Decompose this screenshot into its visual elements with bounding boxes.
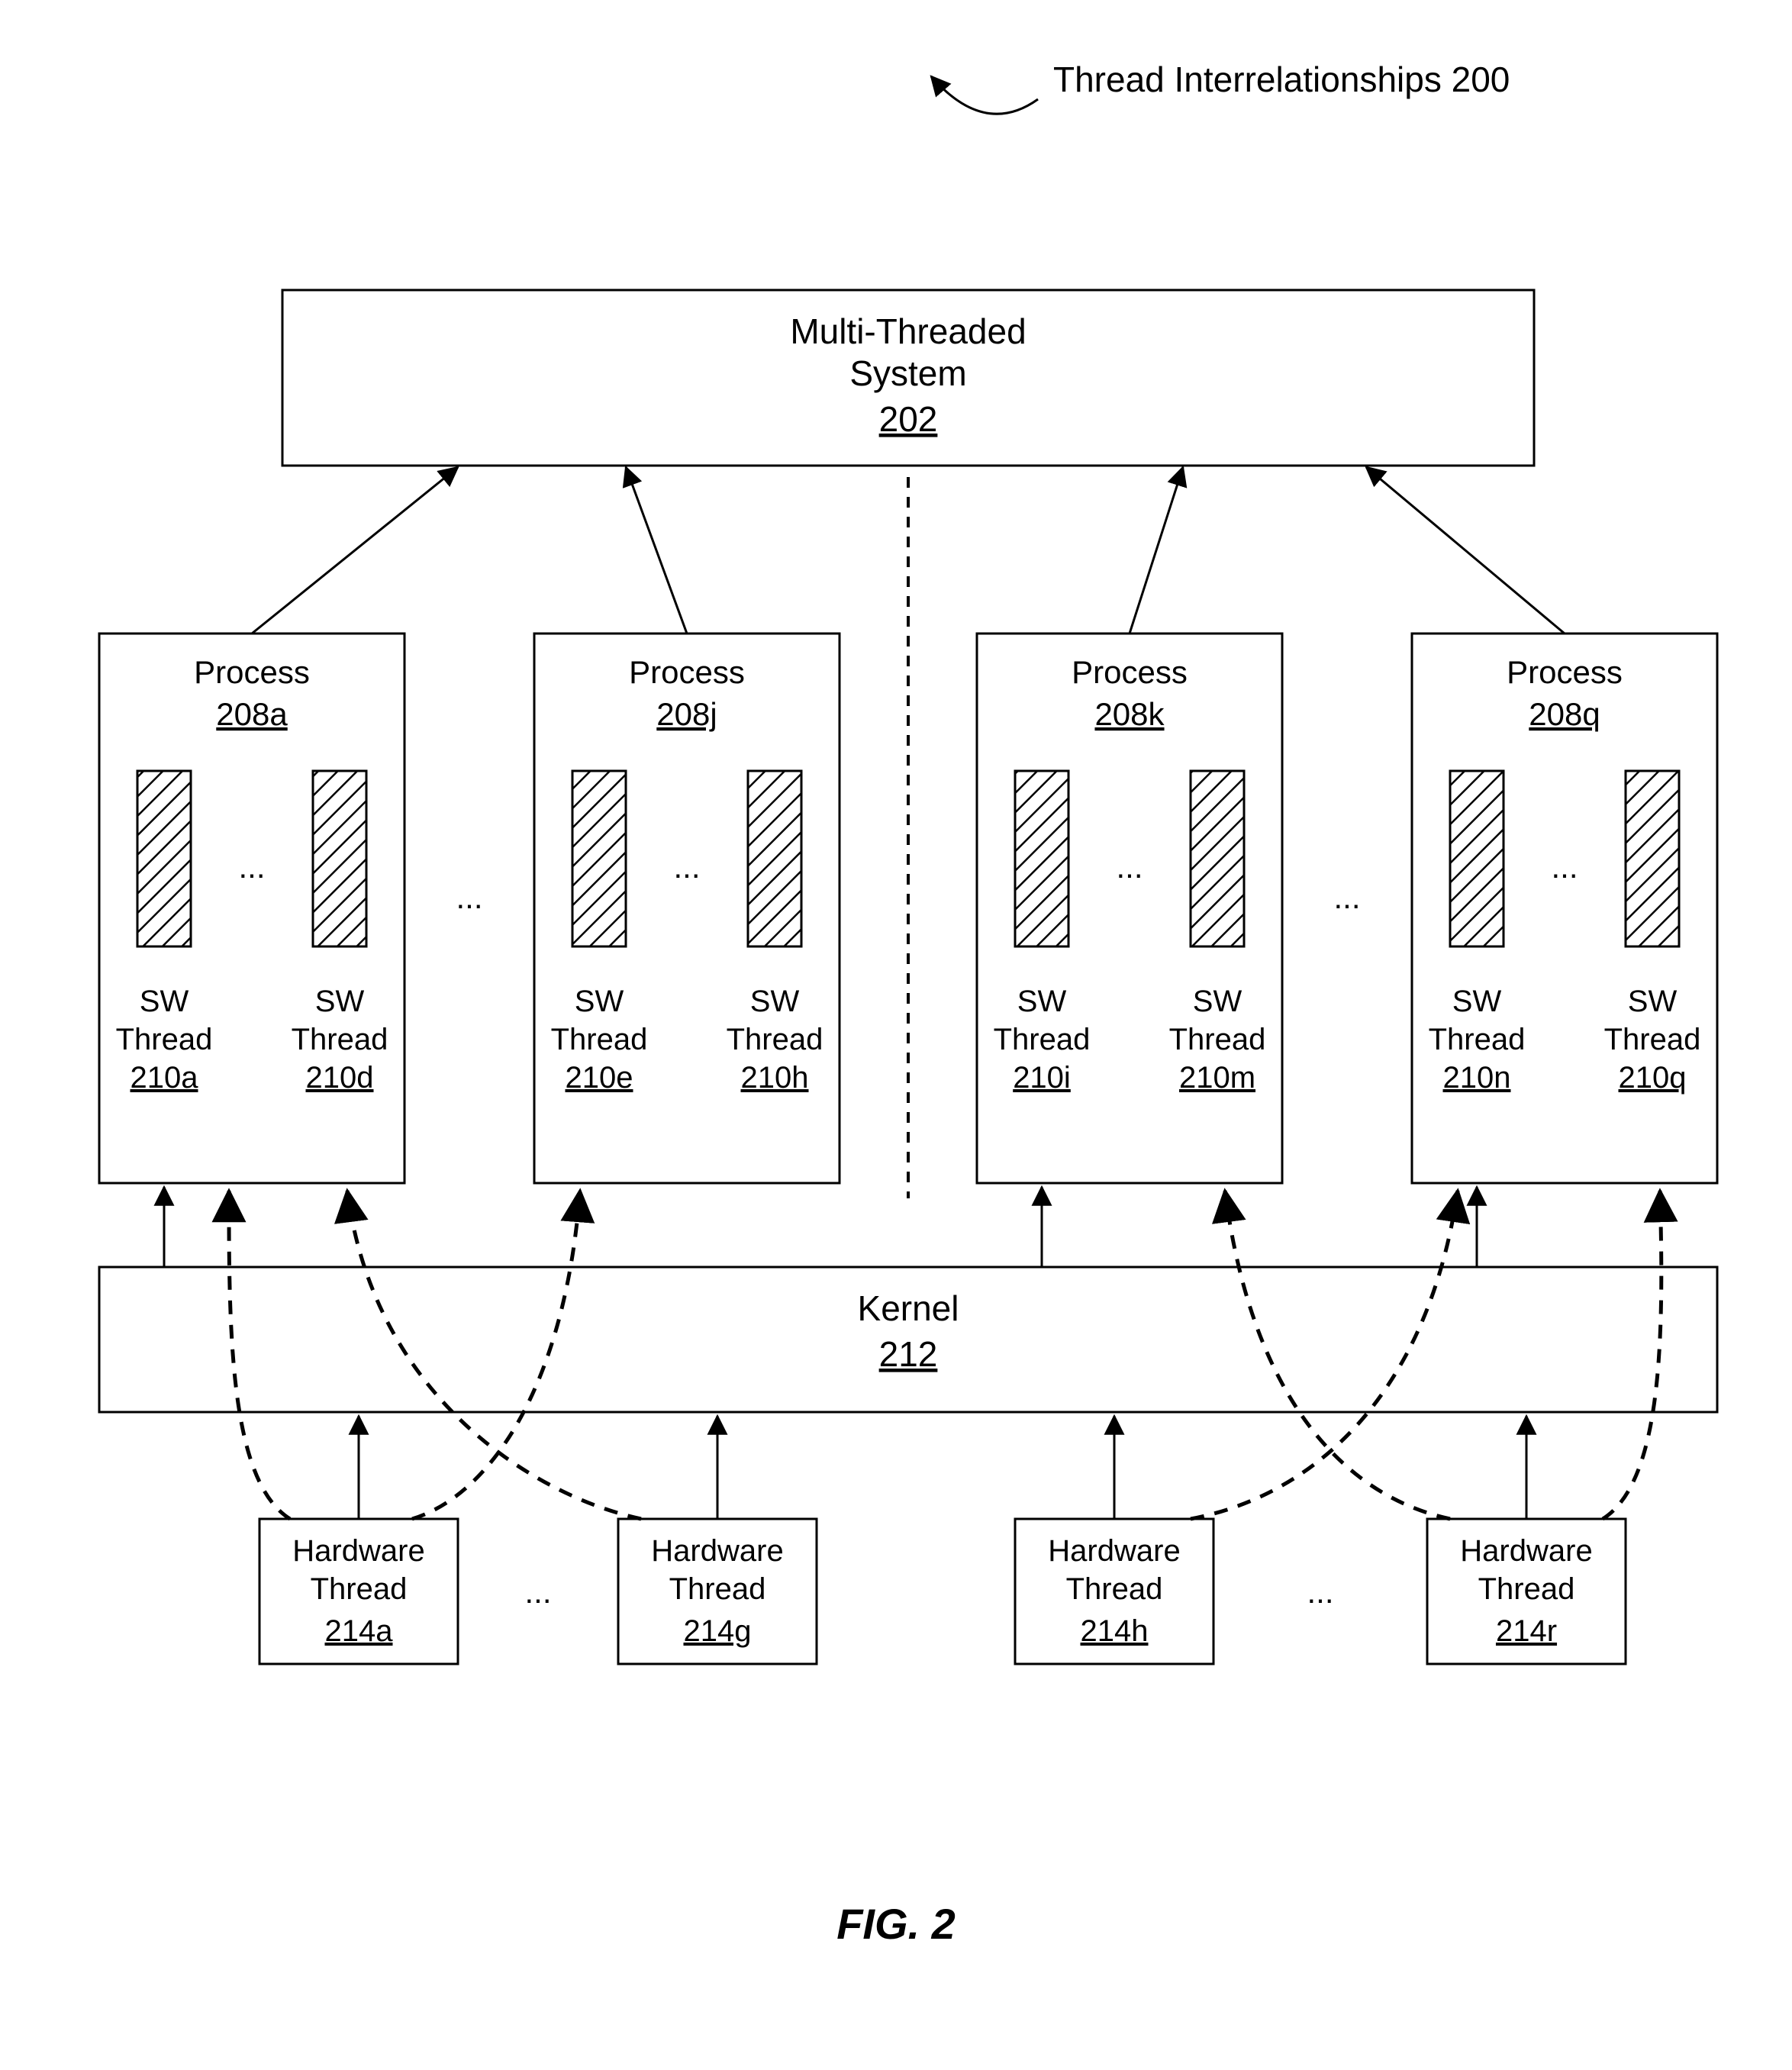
sw-l2: Thread <box>551 1023 648 1056</box>
hw-r: 214r <box>1496 1614 1557 1648</box>
proc-j-label: Process <box>629 654 745 690</box>
proc-q-id: 208q <box>1529 696 1600 732</box>
diagram: Thread Interrelationships 200 Multi-Thre… <box>0 0 1792 2070</box>
figure-caption: FIG. 2 <box>836 1900 956 1948</box>
sw-l2: Thread <box>1429 1023 1526 1056</box>
ellipsis: ... <box>1116 849 1143 885</box>
ellipsis: ... <box>1551 849 1578 885</box>
hw-l2: Thread <box>1478 1572 1575 1606</box>
hw-l1: Hardware <box>651 1534 783 1568</box>
hw-g: 214g <box>684 1614 752 1648</box>
sw-h: 210h <box>741 1061 809 1095</box>
ellipsis: ... <box>238 849 265 885</box>
ellipsis: ... <box>524 1574 551 1610</box>
sw-a: 210a <box>131 1061 199 1095</box>
sw-l1: SW <box>1017 985 1067 1018</box>
sw-l2: Thread <box>1604 1023 1701 1056</box>
mts-l2: System <box>849 353 966 393</box>
proc-k-id: 208k <box>1094 696 1165 732</box>
sw-d: 210d <box>306 1061 374 1095</box>
sw-e: 210e <box>566 1061 633 1095</box>
sw-l1: SW <box>575 985 624 1018</box>
proc-a-id: 208a <box>216 696 288 732</box>
kernel-label: Kernel <box>858 1288 959 1328</box>
hw-l1: Hardware <box>1460 1534 1592 1568</box>
hw-l2: Thread <box>1066 1572 1163 1606</box>
sw-l1: SW <box>1193 985 1242 1018</box>
sw-l1: SW <box>1628 985 1678 1018</box>
proc-j-id: 208j <box>656 696 717 732</box>
hw-a: 214a <box>325 1614 394 1648</box>
diagram-title: Thread Interrelationships 200 <box>1053 60 1510 99</box>
sw-n: 210n <box>1443 1061 1511 1095</box>
ellipsis: ... <box>1307 1574 1333 1610</box>
ellipsis: ... <box>673 849 700 885</box>
kernel-id: 212 <box>879 1334 938 1374</box>
ellipsis: ... <box>1333 879 1360 915</box>
sw-l2: Thread <box>292 1023 388 1056</box>
sw-q: 210q <box>1619 1061 1687 1095</box>
hw-l2: Thread <box>669 1572 766 1606</box>
sw-l1: SW <box>315 985 365 1018</box>
hw-l2: Thread <box>311 1572 408 1606</box>
sw-l1: SW <box>1452 985 1502 1018</box>
mts-l1: Multi-Threaded <box>790 311 1026 351</box>
hw-h: 214h <box>1081 1614 1149 1648</box>
proc-a-label: Process <box>194 654 310 690</box>
proc-q-label: Process <box>1507 654 1623 690</box>
sw-l1: SW <box>750 985 800 1018</box>
mts-id: 202 <box>879 399 938 439</box>
sw-l2: Thread <box>116 1023 213 1056</box>
ellipsis: ... <box>456 879 482 915</box>
sw-l2: Thread <box>994 1023 1091 1056</box>
hw-l1: Hardware <box>1048 1534 1180 1568</box>
sw-l2: Thread <box>1169 1023 1266 1056</box>
sw-l1: SW <box>140 985 189 1018</box>
proc-k-label: Process <box>1072 654 1188 690</box>
hw-l1: Hardware <box>292 1534 424 1568</box>
sw-l2: Thread <box>727 1023 823 1056</box>
sw-m: 210m <box>1179 1061 1255 1095</box>
sw-i: 210i <box>1013 1061 1071 1095</box>
